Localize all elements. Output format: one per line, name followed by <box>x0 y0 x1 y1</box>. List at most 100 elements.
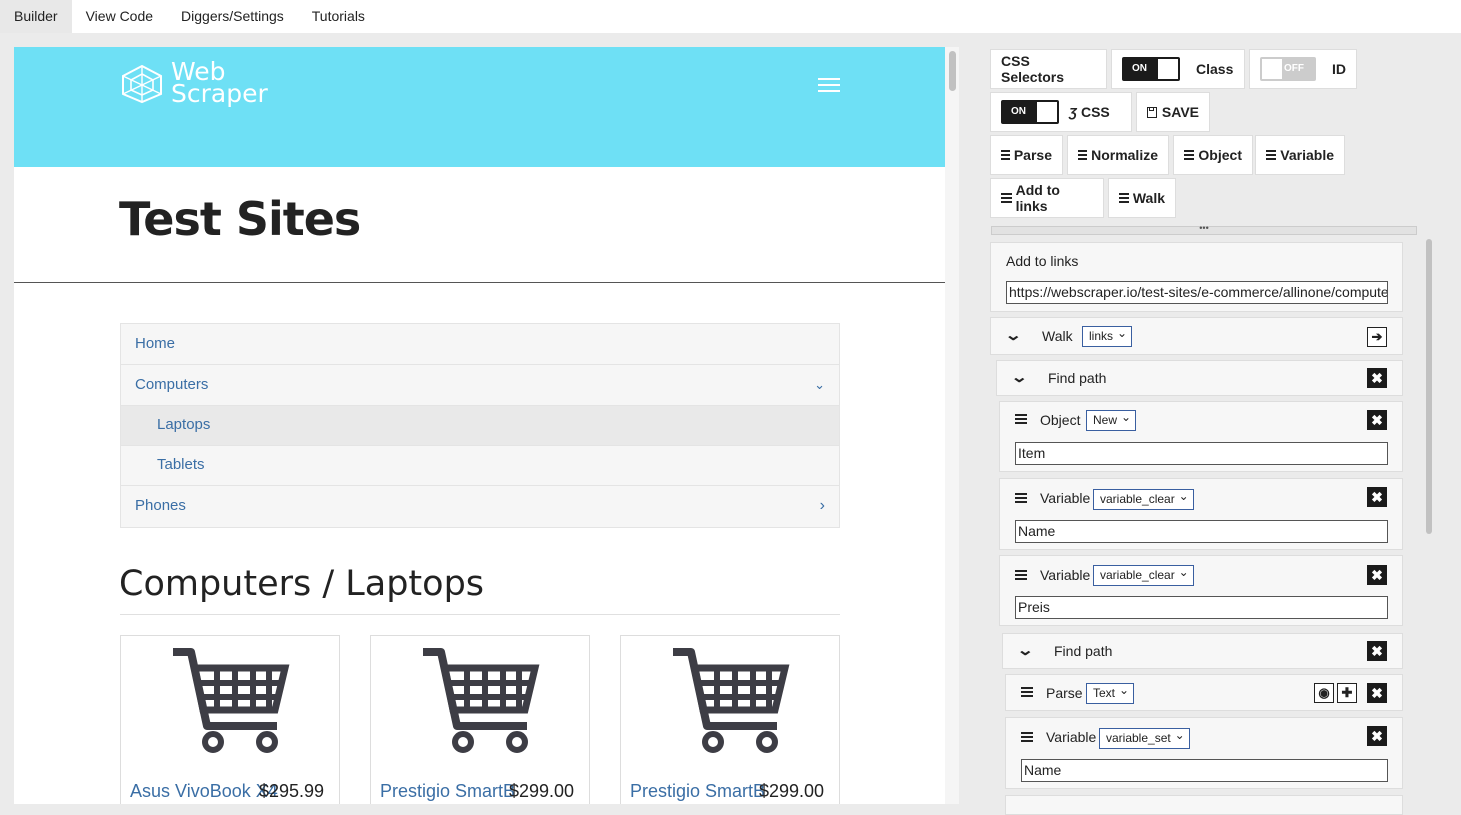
walk-select[interactable]: links <box>1082 324 1133 347</box>
node-title: Find path <box>1048 370 1107 386</box>
nav-item-tablets[interactable]: Tablets <box>121 446 839 486</box>
parse-select[interactable]: Text <box>1086 681 1135 704</box>
menu-icon <box>1184 150 1195 160</box>
node-title: Variable <box>1046 729 1097 745</box>
arrow-right-icon[interactable]: ➔ <box>1367 327 1387 347</box>
tab-tutorials[interactable]: Tutorials <box>298 0 379 33</box>
toggle-state: ON <box>1132 63 1147 74</box>
product-name-link[interactable]: Prestigio SmartB <box>630 781 765 802</box>
drag-handle-icon[interactable] <box>1015 414 1027 424</box>
tab-diggers-settings[interactable]: Diggers/Settings <box>167 0 298 33</box>
close-icon[interactable]: ✖ <box>1367 487 1387 507</box>
hamburger-menu-icon[interactable] <box>818 78 840 94</box>
scrollbar-thumb[interactable] <box>949 51 956 91</box>
scrollbar-thumb[interactable] <box>1426 239 1432 534</box>
node-title: Find path <box>1054 643 1113 659</box>
variable-button[interactable]: Variable <box>1255 135 1345 175</box>
eye-icon[interactable]: ◉ <box>1314 683 1334 703</box>
variable-select[interactable]: variable_set <box>1099 726 1190 749</box>
walk-label: Walk <box>1132 190 1165 206</box>
variable-node: Variable variable_set ✖ Name <box>1005 717 1403 789</box>
parse-button[interactable]: Parse <box>990 135 1063 175</box>
nav-item-laptops[interactable]: Laptops <box>121 406 839 446</box>
css-selectors-button[interactable]: CSS Selectors <box>990 49 1107 89</box>
site-header: Web Scraper <box>14 47 945 167</box>
css-toggle[interactable]: ON <box>1001 100 1059 124</box>
product-price: $299.00 <box>759 781 825 801</box>
menu-icon <box>1078 150 1088 160</box>
product-name-link[interactable]: Asus VivoBook X4 <box>130 781 278 802</box>
variable-name-input[interactable]: Name <box>1015 520 1388 543</box>
product-name-link[interactable]: Prestigio SmartB <box>380 781 515 802</box>
add-to-links-button[interactable]: Add to links <box>990 178 1104 218</box>
close-icon[interactable]: ✖ <box>1367 641 1387 661</box>
panel-splitter[interactable]: ••• <box>991 224 1417 235</box>
section-divider <box>120 614 840 615</box>
toggle-state: OFF <box>1284 63 1304 74</box>
object-name-input[interactable]: Item <box>1015 442 1388 465</box>
product-price: $299.00 <box>509 781 575 801</box>
chevron-down-icon[interactable]: ⌄ <box>1010 368 1028 386</box>
drag-handle-icon[interactable] <box>1015 570 1027 580</box>
variable-name-input[interactable]: Name <box>1021 759 1388 782</box>
walk-button[interactable]: Walk <box>1108 178 1176 218</box>
floppy-disk-icon <box>1147 106 1157 118</box>
tab-view-code[interactable]: View Code <box>72 0 167 33</box>
class-toggle-group[interactable]: ON Class <box>1111 49 1245 89</box>
save-button[interactable]: SAVE <box>1136 92 1210 132</box>
preview-scrollbar[interactable] <box>945 47 959 804</box>
css-toggle-group[interactable]: ON Ʒ CSS <box>990 92 1132 132</box>
product-card[interactable]: Asus VivoBook X4 $295.99 <box>120 635 340 804</box>
plus-icon[interactable]: ✚ <box>1337 683 1357 703</box>
menu-icon <box>1001 150 1010 160</box>
variable-select[interactable]: variable_clear <box>1093 563 1194 586</box>
next-node <box>1005 795 1403 815</box>
url-input[interactable]: https://webscraper.io/test-sites/e-comme… <box>1006 281 1388 304</box>
close-icon[interactable]: ✖ <box>1367 726 1387 746</box>
parse-node: Parse Text ◉ ✚ ✖ <box>1005 674 1403 711</box>
web-logo-icon <box>122 64 162 104</box>
close-icon[interactable]: ✖ <box>1367 368 1387 388</box>
object-button[interactable]: Object <box>1173 135 1253 175</box>
nav-item-computers[interactable]: HomeComputers⌄ <box>121 365 839 406</box>
close-icon[interactable]: ✖ <box>1367 565 1387 585</box>
drag-handle-icon[interactable] <box>1021 687 1033 697</box>
node-title: Variable <box>1040 490 1091 506</box>
product-card[interactable]: Prestigio SmartB $299.00 <box>620 635 840 804</box>
tree-scrollbar[interactable] <box>1424 239 1434 799</box>
class-toggle[interactable]: ON <box>1122 57 1180 81</box>
logo-word-scraper: Scraper <box>171 79 268 108</box>
nav-item-home[interactable]: Home <box>121 324 839 365</box>
normalize-button[interactable]: Normalize <box>1067 135 1169 175</box>
node-title: Variable <box>1040 567 1091 583</box>
drag-handle-icon[interactable] <box>1021 732 1033 742</box>
builder-panel: CSS Selectors ON Class OFF ID ON Ʒ CSS S… <box>959 47 1461 815</box>
drag-handle-icon[interactable] <box>1015 493 1027 503</box>
menu-icon <box>1119 193 1129 203</box>
object-select[interactable]: New <box>1086 408 1137 431</box>
add-to-links-node: Add to links https://webscraper.io/test-… <box>990 242 1403 312</box>
chevron-down-icon: ⌄ <box>814 377 825 392</box>
object-label: Object <box>1198 147 1242 163</box>
close-icon[interactable]: ✖ <box>1367 410 1387 430</box>
menu-icon <box>1266 150 1277 160</box>
nav-item-phones[interactable]: Phones › <box>121 486 839 527</box>
site-logo[interactable]: Web Scraper <box>119 59 279 111</box>
logo-text: Web Scraper <box>171 59 268 108</box>
variable-name-input[interactable]: Preis <box>1015 596 1388 619</box>
product-price: $295.99 <box>259 781 325 801</box>
tab-builder[interactable]: Builder <box>0 0 72 33</box>
close-icon[interactable]: ✖ <box>1367 683 1387 703</box>
product-card[interactable]: Prestigio SmartB $299.00 <box>370 635 590 804</box>
shopping-cart-icon <box>173 648 290 753</box>
nav-label: Phones <box>135 497 186 514</box>
id-toggle[interactable]: OFF <box>1260 57 1316 81</box>
chevron-down-icon[interactable]: ⌄ <box>1004 326 1022 344</box>
section-title: Computers / Laptops <box>119 564 485 604</box>
chevron-down-icon[interactable]: ⌄ <box>1016 641 1034 659</box>
object-node: Object New ✖ Item <box>999 401 1403 472</box>
variable-node: Variable variable_clear ✖ Preis <box>999 555 1403 626</box>
id-toggle-group[interactable]: OFF ID <box>1249 49 1357 89</box>
variable-node: Variable variable_clear ✖ Name <box>999 478 1403 550</box>
variable-select[interactable]: variable_clear <box>1093 487 1194 510</box>
